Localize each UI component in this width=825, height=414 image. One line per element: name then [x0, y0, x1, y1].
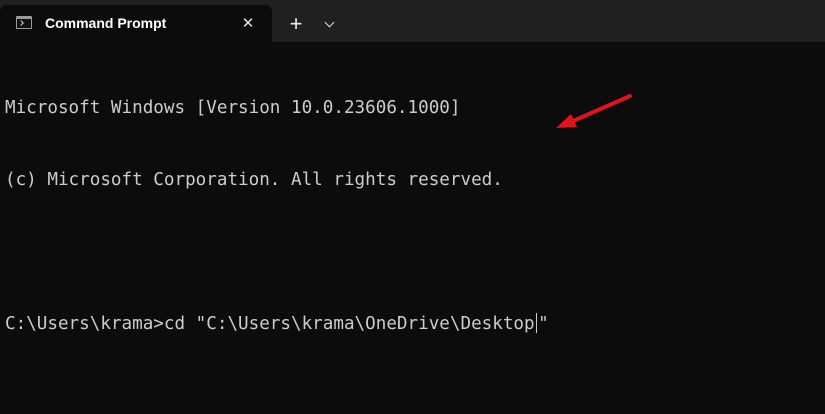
chevron-down-icon[interactable]	[319, 14, 341, 36]
terminal-line-copyright: (c) Microsoft Corporation. All rights re…	[5, 170, 503, 190]
terminal-icon	[16, 16, 32, 29]
plus-icon[interactable]: +	[284, 13, 308, 37]
window-titlebar: Command Prompt ✕ +	[0, 0, 825, 42]
command-prompt-tab[interactable]: Command Prompt ✕	[0, 5, 272, 42]
command-text: C:\Users\krama>cd "C:\Users\krama\OneDri…	[5, 314, 535, 334]
close-icon[interactable]: ✕	[238, 14, 258, 34]
terminal-line-version: Microsoft Windows [Version 10.0.23606.10…	[5, 98, 461, 118]
terminal-command-line[interactable]: C:\Users\krama>cd "C:\Users\krama\OneDri…	[5, 312, 820, 336]
command-prompt-window: Command Prompt ✕ + Microsoft Windows [Ve…	[0, 0, 825, 414]
terminal-output[interactable]: Microsoft Windows [Version 10.0.23606.10…	[5, 48, 820, 384]
command-closing-quote: "	[538, 314, 549, 334]
text-cursor	[535, 313, 538, 333]
tab-title: Command Prompt	[45, 15, 167, 31]
